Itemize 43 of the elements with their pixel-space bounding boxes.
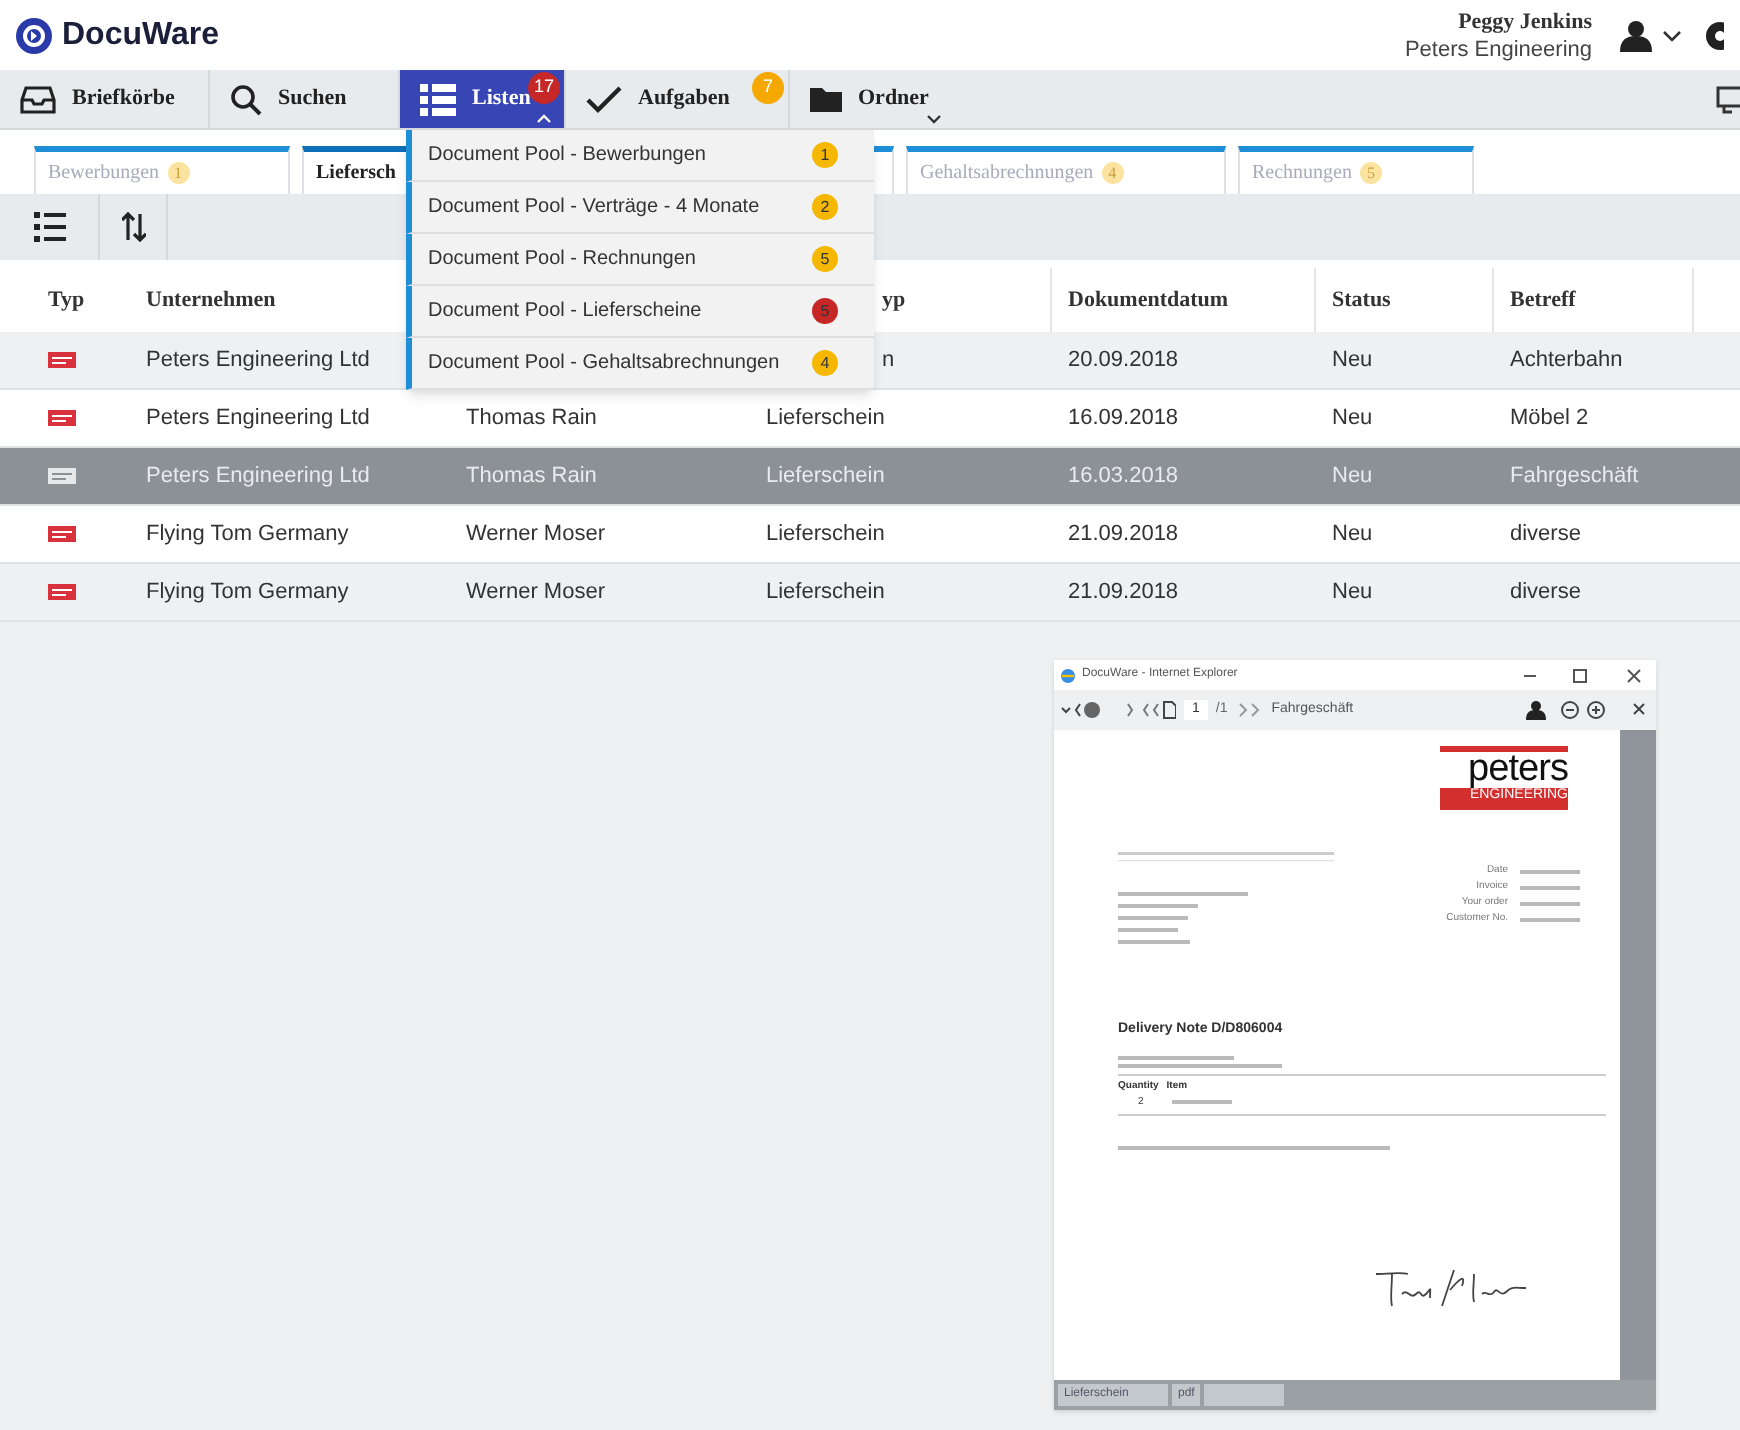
table-cell: Peters Engineering Ltd [146, 405, 370, 430]
table-cell: Neu [1332, 463, 1373, 488]
table-cell: Neu [1332, 579, 1373, 604]
table-cell: Neu [1332, 347, 1373, 372]
table-cell: Peters Engineering Ltd [146, 347, 370, 372]
table-cell: Achterbahn [1510, 347, 1623, 372]
count-badge: 5 [1360, 162, 1382, 184]
table-cell: Lieferschein [766, 463, 885, 488]
table-cell: 16.03.2018 [1068, 463, 1179, 488]
count-badge: 17 [528, 72, 560, 104]
count-badge: 4 [1101, 162, 1124, 184]
table-cell: Lieferschein [766, 405, 885, 430]
user-name: Peggy Jenkins [1458, 7, 1592, 35]
user-company: Peters Engineering [1404, 35, 1592, 63]
table-cell: Lieferschein [766, 521, 885, 546]
count-badge: 5 [812, 246, 838, 272]
table-cell: diverse [1510, 521, 1581, 546]
count-badge: 1 [812, 142, 838, 168]
table-cell: Möbel 2 [1510, 405, 1589, 430]
table-cell: Thomas Rain [466, 405, 597, 430]
table-cell: Werner Moser [466, 579, 605, 604]
app-name: DocuWare [62, 15, 220, 55]
table-cell: 20.09.2018 [1068, 347, 1179, 372]
table-cell: Werner Moser [466, 521, 605, 546]
table-cell: diverse [1510, 579, 1581, 604]
count-badge: 7 [752, 72, 784, 104]
table-cell: Flying Tom Germany [146, 579, 349, 604]
count-badge: 4 [812, 350, 838, 376]
count-badge: 5 [812, 298, 838, 324]
table-cell: Neu [1332, 405, 1373, 430]
table-cell: n [882, 347, 895, 372]
count-badge: 1 [167, 162, 190, 184]
table-cell: Neu [1332, 521, 1373, 546]
table-cell: 21.09.2018 [1068, 579, 1179, 604]
table-cell: 21.09.2018 [1068, 521, 1179, 546]
table-cell: Thomas Rain [466, 463, 597, 488]
table-cell: Peters Engineering Ltd [146, 463, 370, 488]
table-cell: Fahrgeschäft [1510, 463, 1639, 488]
company-logo: peters [1468, 752, 1568, 788]
table-cell: Lieferschein [766, 579, 885, 604]
table-cell: Flying Tom Germany [146, 521, 349, 546]
count-badge: 2 [812, 194, 838, 220]
table-cell: 16.09.2018 [1068, 405, 1179, 430]
